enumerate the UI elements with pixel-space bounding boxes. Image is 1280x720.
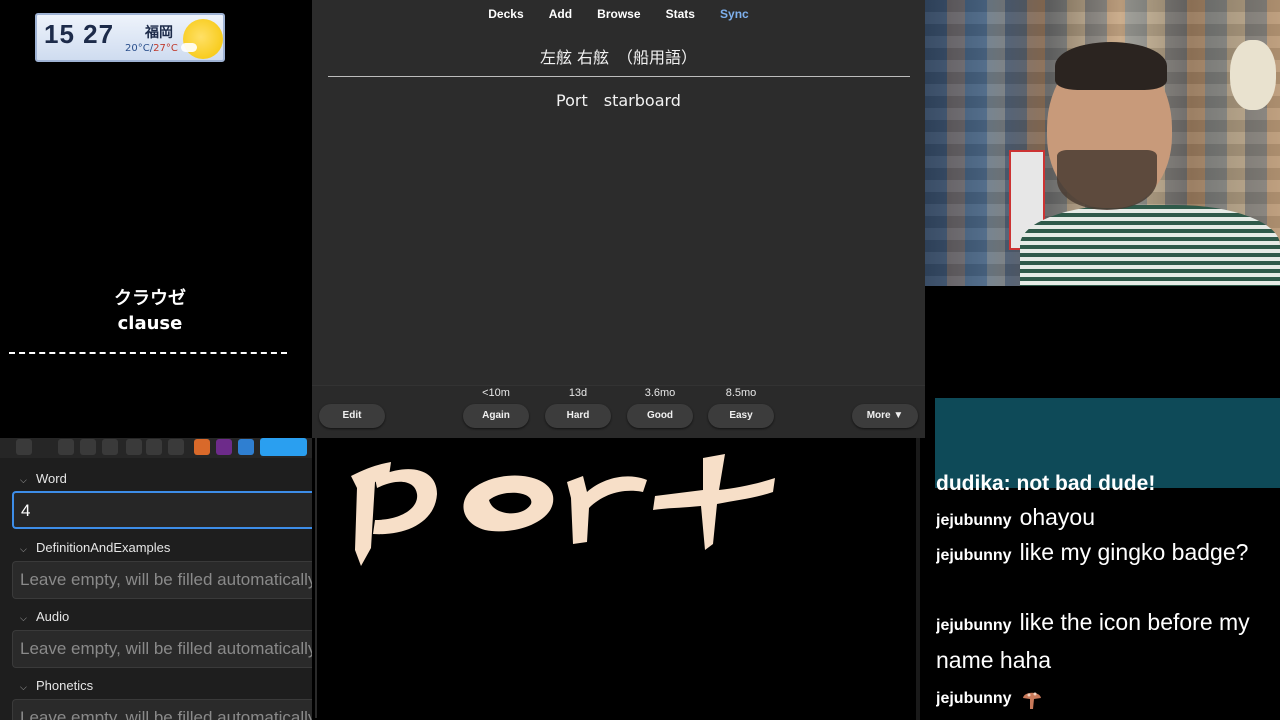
chat-username: jejubunny xyxy=(936,547,1012,564)
chat-username: jejubunny xyxy=(936,690,1012,707)
again-interval: <10m xyxy=(482,387,510,399)
eraser-icon[interactable] xyxy=(16,439,32,455)
webcam-hair xyxy=(1055,42,1167,90)
good-button[interactable]: Good xyxy=(627,404,693,428)
subtitle-divider xyxy=(9,352,287,354)
cloud-icon xyxy=(181,43,197,52)
edit-button[interactable]: Edit xyxy=(319,404,385,428)
chat-username: jejubunny xyxy=(936,512,1012,529)
bullet-list-icon[interactable] xyxy=(58,439,74,455)
handwriting-canvas[interactable] xyxy=(315,438,916,718)
inbox-icon[interactable] xyxy=(260,438,307,456)
function-icon[interactable] xyxy=(168,439,184,455)
addon-orange-icon[interactable] xyxy=(194,439,210,455)
chat-cut-off-message: dudika: not bad dude! xyxy=(936,472,1156,495)
microphone-icon[interactable] xyxy=(146,439,162,455)
chevron-down-icon[interactable]: ⌵ xyxy=(20,613,36,624)
nav-stats[interactable]: Stats xyxy=(666,7,695,21)
addon-purple-icon[interactable] xyxy=(216,439,232,455)
more-button[interactable]: More ▼ xyxy=(852,404,918,428)
addon-blue-icon[interactable] xyxy=(238,439,254,455)
nav-sync[interactable]: Sync xyxy=(720,7,749,21)
sun-icon xyxy=(183,19,223,59)
card-back-text: Port starboard xyxy=(556,91,681,110)
chat-text: like my gingko badge? xyxy=(1019,539,1249,565)
field-label-definition[interactable]: ⌵ DefinitionAndExamples xyxy=(20,540,170,555)
phonetics-field[interactable]: Leave empty, will be filled automaticall… xyxy=(12,699,312,720)
numbered-list-icon[interactable] xyxy=(80,439,96,455)
nav-browse[interactable]: Browse xyxy=(597,7,640,21)
easy-interval: 8.5mo xyxy=(725,387,757,399)
field-label-word[interactable]: ⌵ Word xyxy=(20,471,67,486)
definition-field[interactable]: Leave empty, will be filled automaticall… xyxy=(12,561,312,599)
chevron-down-icon[interactable]: ⌵ xyxy=(20,475,36,486)
chat-overlay: dudika: not bad dude! jejubunny ohayou je… xyxy=(936,470,1272,720)
chevron-down-icon[interactable]: ⌵ xyxy=(20,682,36,693)
paperclip-icon[interactable] xyxy=(126,439,142,455)
subtitle-japanese: クラウゼ xyxy=(114,288,186,309)
nav-add[interactable]: Add xyxy=(549,7,572,21)
answer-bar xyxy=(312,385,925,438)
easy-button[interactable]: Easy xyxy=(708,404,774,428)
field-label-audio[interactable]: ⌵ Audio xyxy=(20,609,69,624)
again-button[interactable]: Again xyxy=(463,404,529,428)
card-front-text: 左舷 右舷 （船用語） xyxy=(539,48,698,67)
nav-decks[interactable]: Decks xyxy=(488,7,523,21)
field-label-phonetics[interactable]: ⌵ Phonetics xyxy=(20,678,93,693)
clock-time: 15 27 xyxy=(44,19,115,49)
chat-username: jejubunny xyxy=(936,617,1012,634)
editor-toolbar xyxy=(0,438,312,458)
anki-top-nav: Decks Add Browse Stats Sync xyxy=(312,3,925,22)
webcam-plush-toy xyxy=(1230,40,1276,110)
card-answer-divider xyxy=(328,76,910,77)
chat-text: ohayou xyxy=(1019,504,1096,530)
hard-interval: 13d xyxy=(568,387,588,399)
canvas-edge xyxy=(916,438,920,720)
chevron-down-icon[interactable]: ⌵ xyxy=(20,544,36,555)
handwritten-word-port xyxy=(351,454,775,566)
webcam-shirt xyxy=(1020,205,1280,286)
good-interval: 3.6mo xyxy=(644,387,676,399)
webcam-beard xyxy=(1057,150,1157,210)
audio-field[interactable]: Leave empty, will be filled automaticall… xyxy=(12,630,312,668)
weather-city: 福岡 xyxy=(145,25,173,41)
mushroom-emote-icon xyxy=(1020,686,1044,709)
anki-reviewer-window: Decks Add Browse Stats Sync 左舷 右舷 （船用語） … xyxy=(312,0,925,438)
weather-widget: 15 27 福岡 20°C/27°C xyxy=(35,13,225,62)
chat-message: jejubunny xyxy=(936,678,1272,716)
word-field[interactable]: 4 xyxy=(12,491,312,529)
chat-message: jejubunny like the icon before my name ha… xyxy=(936,605,1272,678)
chat-message: jejubunny ohayou xyxy=(936,500,1272,538)
webcam-feed xyxy=(925,0,1280,286)
align-icon[interactable] xyxy=(102,439,118,455)
hard-button[interactable]: Hard xyxy=(545,404,611,428)
subtitle-english: clause xyxy=(117,313,183,334)
chat-message: jejubunny like my gingko badge? xyxy=(936,535,1272,573)
add-card-editor: ⌵ Word 4 ⌵ DefinitionAndExamples Leave emp… xyxy=(0,438,312,720)
weather-temperature: 20°C/27°C xyxy=(125,43,178,54)
